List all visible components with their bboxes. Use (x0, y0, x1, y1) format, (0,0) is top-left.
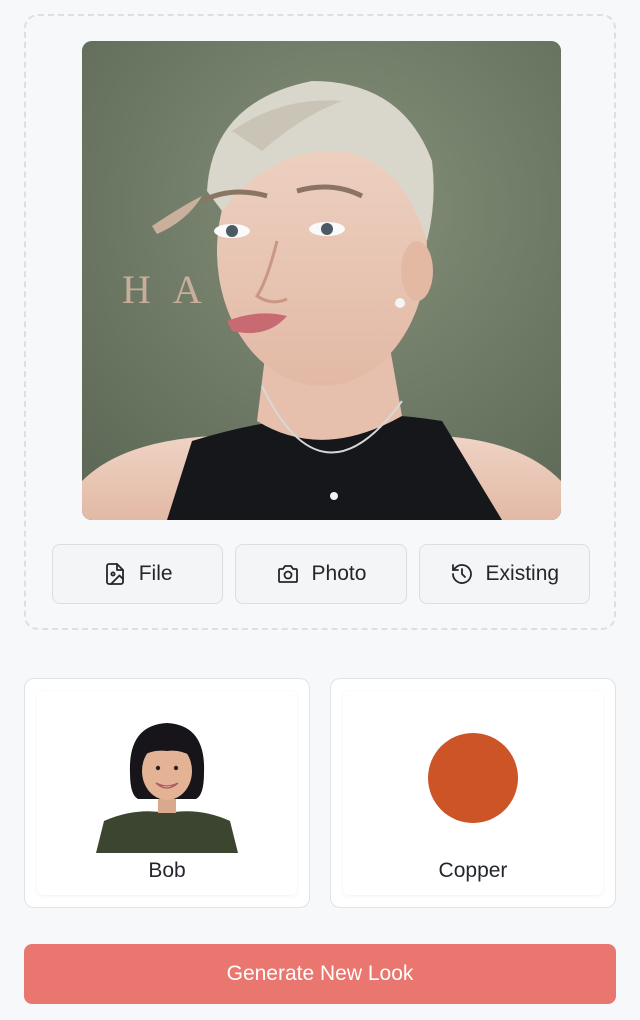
history-icon (450, 562, 474, 586)
hair-color-label: Copper (438, 859, 508, 882)
photo-source-buttons: File Photo Existing (52, 544, 590, 604)
svg-text:HA: HA (122, 267, 224, 312)
copper-color-swatch (428, 733, 518, 823)
camera-icon (276, 562, 300, 586)
photo-upload-zone[interactable]: HA File Photo Existing (24, 14, 616, 630)
generate-new-look-button[interactable]: Generate New Look (24, 944, 616, 1004)
file-button[interactable]: File (52, 544, 224, 604)
look-options: Bob Copper (24, 678, 616, 908)
bob-hairstyle-thumbnail (96, 713, 238, 853)
hairstyle-option-card[interactable]: Bob (24, 678, 310, 908)
photo-button-label: Photo (311, 562, 367, 585)
file-image-icon (103, 562, 127, 586)
existing-button[interactable]: Existing (418, 544, 590, 604)
existing-button-label: Existing (485, 562, 560, 585)
photo-button[interactable]: Photo (235, 544, 407, 604)
hairstyle-label: Bob (148, 859, 186, 882)
hair-color-option-card[interactable]: Copper (330, 678, 616, 908)
file-button-label: File (138, 562, 173, 585)
uploaded-photo: HA (82, 41, 561, 520)
